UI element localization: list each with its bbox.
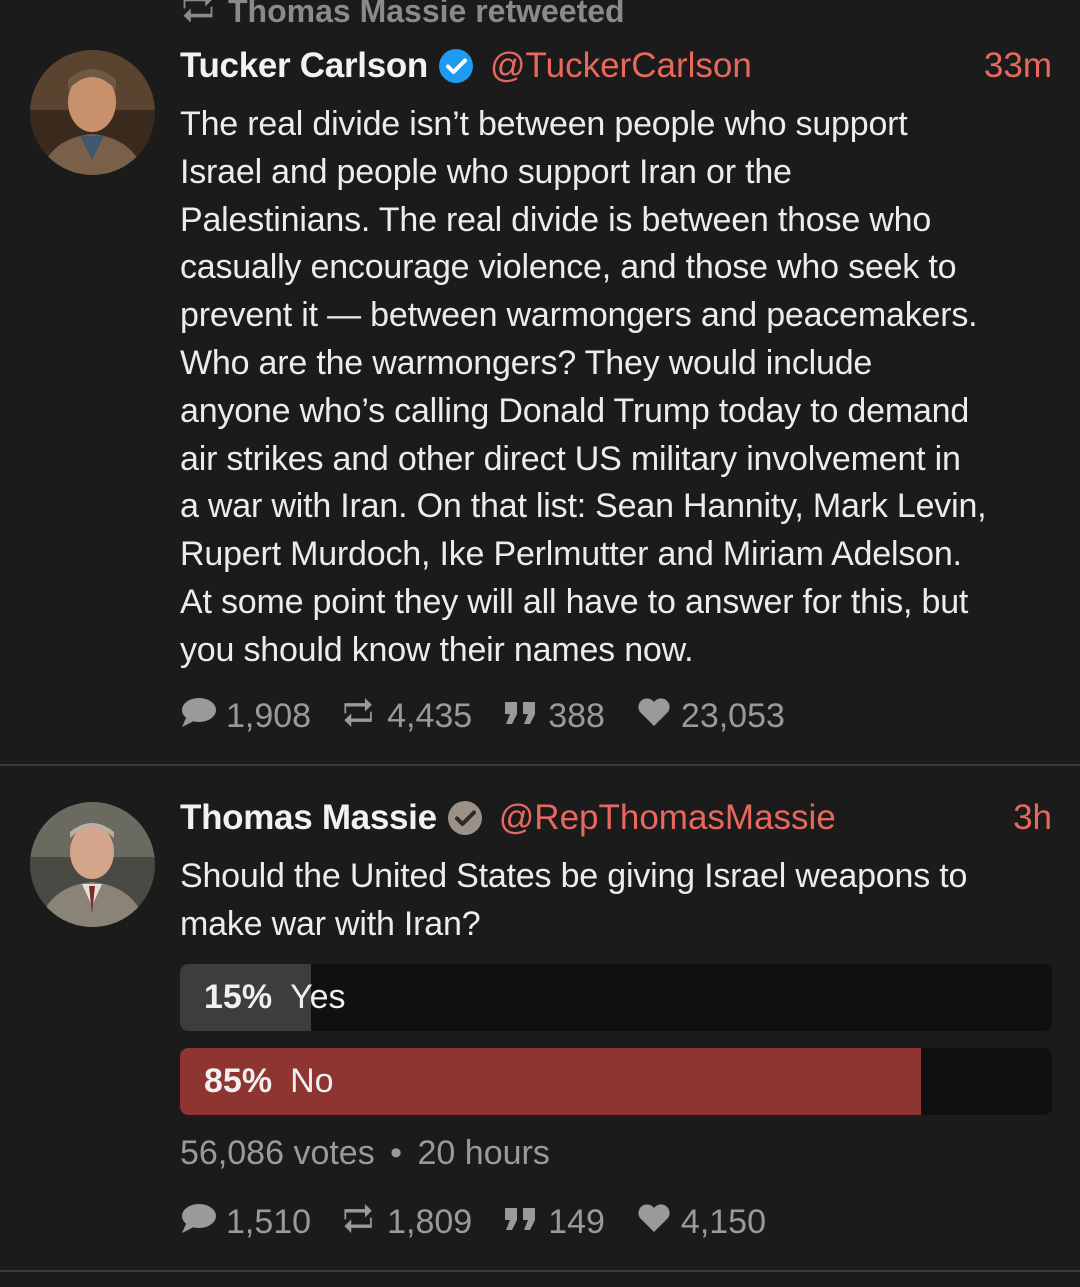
poll-label: 85% No [204,1048,334,1115]
tweet-line: a war with Iran. On that list: Sean Hann… [180,487,987,526]
tweet-line: casually encourage violence, and those w… [180,248,957,287]
reply-count: 1,908 [226,696,312,735]
like-button[interactable]: 23,053 [635,696,785,737]
avatar[interactable] [30,50,155,175]
quote-count: 149 [548,1202,605,1241]
quote-icon [502,1202,548,1243]
retweet-button[interactable]: 1,809 [341,1202,472,1243]
like-count: 4,150 [680,1202,767,1241]
tweet-line: Should the United States be giving Israe… [180,857,968,895]
retweet-count: 1,809 [387,1202,473,1241]
like-button[interactable]: 4,150 [635,1202,766,1243]
retweet-icon [341,1202,387,1243]
poll-label: 15% Yes [204,964,346,1031]
reply-icon [180,696,226,737]
tweet-tucker-carlson[interactable]: Tucker Carlson @TuckerCarlson 33m The re… [0,0,1080,764]
tweet-line: Israel and people who support Iran or th… [180,152,792,191]
timestamp[interactable]: 33m [984,46,1052,86]
reply-button[interactable]: 1,510 [180,1202,311,1243]
tweet-line: air strikes and other direct US military… [180,439,961,478]
tweet-stats: 1,908 4,435 388 23,053 [180,694,815,738]
timestamp[interactable]: 3h [1013,798,1052,838]
tweet-line: you should know their names now. [180,630,694,669]
verified-badge-icon [438,48,474,84]
tweet-line: Palestinians. The real divide is between… [180,200,932,239]
quote-button[interactable]: 388 [502,696,605,737]
tweet-divider [0,1270,1080,1272]
tweet-line: prevent it — between warmongers and peac… [180,296,978,335]
author-name[interactable]: Tucker Carlson [180,46,428,86]
poll-votes: 56,086 votes [180,1134,375,1172]
poll-option-no[interactable]: 85% No [180,1048,1052,1115]
reply-icon [180,1202,226,1243]
poll-percent: 85% [204,1062,273,1100]
poll-option-yes[interactable]: 15% Yes [180,964,1052,1031]
author-handle[interactable]: @TuckerCarlson [490,46,752,86]
like-count: 23,053 [680,696,785,735]
tweet-text: The real divide isn’t between people who… [180,101,1060,675]
tweet-text: Should the United States be giving Israe… [180,853,1060,949]
tweet-header: Thomas Massie @RepThomasMassie 3h [180,796,1052,840]
quote-icon [502,696,548,737]
tweet-header: Tucker Carlson @TuckerCarlson 33m [180,44,1052,88]
retweet-count: 4,435 [387,696,473,735]
poll-option-text: Yes [290,978,346,1016]
tweet-line: The real divide isn’t between people who… [180,105,908,143]
quote-button[interactable]: 149 [502,1202,605,1243]
verified-badge-icon [447,800,483,836]
reply-count: 1,510 [226,1202,312,1241]
avatar[interactable] [30,802,155,927]
author-name[interactable]: Thomas Massie [180,798,437,838]
reply-button[interactable]: 1,908 [180,696,311,737]
poll-percent: 15% [204,978,273,1016]
poll-meta: 56,086 votes • 20 hours [180,1134,550,1173]
author-handle[interactable]: @RepThomasMassie [499,798,836,838]
like-icon [635,696,681,737]
retweet-button[interactable]: 4,435 [341,696,472,737]
quote-count: 388 [548,696,605,735]
poll-duration: 20 hours [417,1134,550,1172]
tweet-thomas-massie[interactable]: Thomas Massie @RepThomasMassie 3h Should… [0,766,1080,1271]
like-icon [635,1202,681,1243]
tweet-line: make war with Iran? [180,904,481,943]
tweet-line: anyone who’s calling Donald Trump today … [180,391,970,430]
poll-option-text: No [290,1062,334,1100]
tweet-line: Rupert Murdoch, Ike Perlmutter and Miria… [180,535,962,574]
tweet-line: Who are the warmongers? They would inclu… [180,343,873,382]
retweet-icon [341,696,387,737]
poll-separator: • [390,1134,403,1172]
tweet-stats: 1,510 1,809 149 4,150 [180,1200,796,1244]
tweet-line: At some point they will all have to answ… [180,582,969,621]
